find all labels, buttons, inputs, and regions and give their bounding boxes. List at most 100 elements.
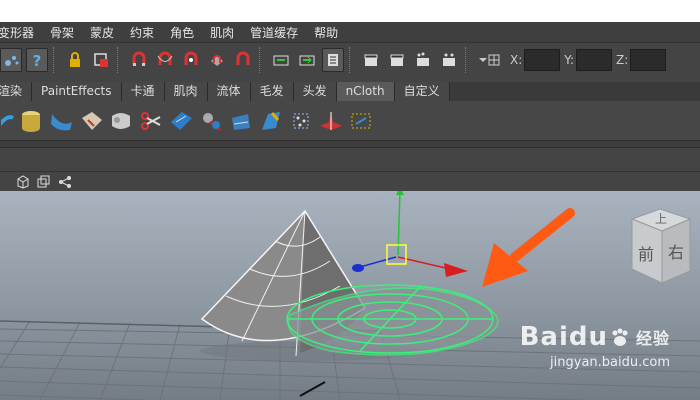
shelf-tab-bar: 渲染 PaintEffects 卡通 肌肉 流体 毛发 头发 nCloth 自定… xyxy=(0,82,700,101)
output-ops-icon xyxy=(299,55,315,65)
magnet-grid-icon xyxy=(132,51,146,66)
constraint-icon xyxy=(203,112,221,131)
particles-icon xyxy=(293,113,309,128)
output-ops-button[interactable] xyxy=(296,48,318,72)
watermark-url: jingyan.baidu.com xyxy=(550,355,670,370)
snap-point-button[interactable] xyxy=(180,48,202,72)
tab-toon[interactable]: 卡通 xyxy=(121,82,165,101)
shelf-toolbar xyxy=(0,101,700,141)
transform-mode-button[interactable] xyxy=(476,48,504,72)
tab-hair[interactable]: 头发 xyxy=(293,82,337,101)
shelf-particles[interactable] xyxy=(287,105,315,137)
render-settings-button[interactable] xyxy=(438,48,460,72)
highlight-selection-button[interactable] xyxy=(90,48,112,72)
panel-menu-area xyxy=(0,147,700,171)
curve-arrow-icon xyxy=(1,114,15,126)
watermark-brand-text: Baidu xyxy=(519,322,608,352)
menu-skeleton[interactable]: 骨架 xyxy=(42,24,82,41)
snap-grid-button[interactable] xyxy=(128,48,150,72)
clapboard-icon xyxy=(364,54,378,66)
menu-help[interactable]: 帮助 xyxy=(306,24,346,41)
tab-custom[interactable]: 自定义 xyxy=(394,82,450,101)
render-current-button[interactable] xyxy=(386,48,408,72)
annotation-arrow xyxy=(482,208,575,287)
shelf-deform[interactable] xyxy=(227,105,255,137)
shelf-cache[interactable] xyxy=(347,105,375,137)
move-gizmo xyxy=(352,191,468,277)
magnet-curve-icon xyxy=(157,51,173,65)
cloth-blue-icon xyxy=(171,111,192,130)
shelf-constraint[interactable] xyxy=(197,105,225,137)
shelf-cloth[interactable] xyxy=(77,105,105,137)
coord-y-field[interactable] xyxy=(576,48,613,71)
transform-mode-icon xyxy=(479,54,500,65)
sculpt-brush-button[interactable] xyxy=(0,47,22,72)
coord-z-field[interactable] xyxy=(630,48,667,71)
tab-fluids[interactable]: 流体 xyxy=(207,82,251,101)
bookmark-button[interactable] xyxy=(56,174,74,190)
magnet-live-icon xyxy=(236,51,250,65)
shelf-cylinder[interactable] xyxy=(17,105,45,137)
separator xyxy=(117,46,123,73)
construction-history-button[interactable] xyxy=(322,47,344,72)
deform-icon xyxy=(232,113,250,130)
shelf-plane[interactable] xyxy=(47,105,75,137)
shelf-rigid[interactable] xyxy=(107,105,135,137)
select-box-icon xyxy=(94,52,108,67)
tab-rendering[interactable]: 渲染 xyxy=(0,82,33,101)
ipr-render-button[interactable] xyxy=(412,48,434,72)
viewport-toolbar xyxy=(0,171,700,191)
paw-icon xyxy=(612,328,628,346)
svg-text:?: ? xyxy=(33,52,42,69)
clapboard-render-icon xyxy=(390,54,404,66)
tab-ncloth[interactable]: nCloth xyxy=(336,82,395,101)
view-cube-front-label[interactable]: 前 xyxy=(638,241,654,265)
field-icon xyxy=(320,111,342,130)
view-cube-top-label[interactable]: 上 xyxy=(655,210,667,227)
cube-icon xyxy=(17,174,29,189)
clapboard-ipr-icon xyxy=(417,52,429,66)
tab-muscle[interactable]: 肌肉 xyxy=(164,82,208,101)
rigid-icon xyxy=(112,112,130,129)
tab-painteffects[interactable]: PaintEffects xyxy=(32,82,122,101)
brush-dots-icon xyxy=(5,55,19,66)
menu-deform[interactable]: 变形器 xyxy=(0,24,42,41)
render-view-button[interactable] xyxy=(360,48,382,72)
watermark-brand-sub: 经验 xyxy=(635,329,670,348)
coord-y: Y: xyxy=(564,48,613,71)
menu-character[interactable]: 角色 xyxy=(162,24,202,41)
view-cube-right-label[interactable]: 右 xyxy=(668,239,684,263)
shelf-field[interactable] xyxy=(317,105,345,137)
input-ops-icon xyxy=(273,55,289,65)
main-menu-bar: 变形器 骨架 蒙皮 约束 角色 肌肉 管道缓存 帮助 xyxy=(0,22,700,42)
coord-x-field[interactable] xyxy=(524,48,561,71)
layers-icon xyxy=(37,175,50,187)
history-icon xyxy=(328,53,338,66)
snap-surface-button[interactable] xyxy=(206,48,228,72)
coord-y-label: Y: xyxy=(564,52,575,67)
tab-fur[interactable]: 毛发 xyxy=(250,82,294,101)
share-icon xyxy=(59,175,71,188)
shelf-paint[interactable] xyxy=(257,105,285,137)
coord-z-label: Z: xyxy=(616,52,629,67)
coord-z: Z: xyxy=(616,48,667,71)
separator xyxy=(465,46,471,73)
menu-constrain[interactable]: 约束 xyxy=(122,24,162,41)
camera-attributes-button[interactable] xyxy=(14,174,32,190)
image-plane-button[interactable] xyxy=(35,174,53,190)
menu-muscle[interactable]: 肌肉 xyxy=(202,24,242,41)
shelf-scissors[interactable] xyxy=(137,105,165,137)
paint-icon xyxy=(262,111,280,130)
lock-icon xyxy=(70,51,80,67)
shelf-cloth-blue[interactable] xyxy=(167,105,195,137)
snap-curve-button[interactable] xyxy=(154,48,176,72)
shelf-tool-1[interactable] xyxy=(1,105,15,137)
coord-x: X: xyxy=(510,48,561,71)
snap-live-button[interactable] xyxy=(232,48,254,72)
input-ops-button[interactable] xyxy=(270,48,292,72)
lock-selection-button[interactable] xyxy=(64,48,86,72)
menu-pipeline-cache[interactable]: 管道缓存 xyxy=(242,24,306,41)
help-button[interactable]: ? xyxy=(26,47,48,72)
menu-skin[interactable]: 蒙皮 xyxy=(82,24,122,41)
separator xyxy=(53,46,59,73)
